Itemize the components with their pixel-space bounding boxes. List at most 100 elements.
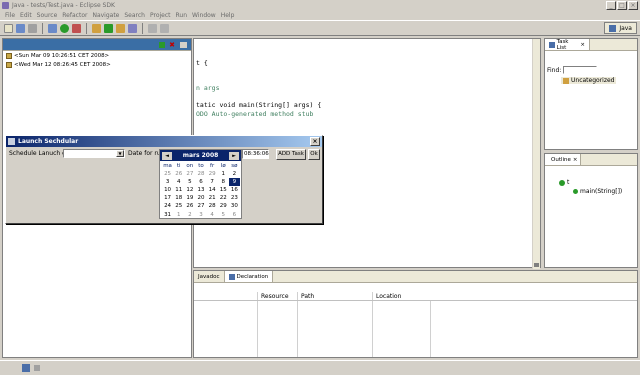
back-icon[interactable]: [148, 23, 157, 33]
external-tools-icon[interactable]: [72, 23, 81, 33]
menu-item[interactable]: Edit: [20, 11, 32, 20]
forward-icon[interactable]: [160, 23, 169, 33]
column-resource[interactable]: Resource: [257, 292, 289, 300]
code-line: tatic void main(String[] args) {: [196, 101, 322, 109]
perspective-java[interactable]: Java: [604, 22, 637, 34]
calendar-day[interactable]: 17: [162, 194, 173, 202]
menu-item[interactable]: Source: [37, 11, 58, 20]
calendar-day[interactable]: 7: [207, 178, 218, 186]
calendar-day[interactable]: 4: [173, 178, 184, 186]
calendar-day[interactable]: 12: [184, 186, 195, 194]
calendar-day[interactable]: 1: [173, 211, 184, 219]
launch-scheduler-dialog: Launch Sechdular × Schedule Lanuch on: ▼…: [5, 135, 323, 224]
minimize-button[interactable]: _: [606, 1, 616, 10]
column-path[interactable]: Path: [297, 292, 314, 300]
open-type-icon[interactable]: [116, 23, 125, 33]
calendar-day[interactable]: 6: [195, 178, 206, 186]
calendar-day[interactable]: 27: [184, 170, 195, 178]
search-icon[interactable]: [128, 23, 137, 33]
calendar-day[interactable]: 31: [162, 211, 173, 219]
new-package-icon[interactable]: [92, 23, 101, 33]
ok-button[interactable]: Ok: [308, 149, 320, 160]
tab-declaration[interactable]: Declaration: [224, 271, 274, 282]
dialog-close-button[interactable]: ×: [310, 137, 320, 146]
calendar-day[interactable]: 30: [229, 202, 240, 210]
new-icon[interactable]: [4, 23, 13, 33]
calendar-day[interactable]: 4: [207, 211, 218, 219]
calendar-day[interactable]: 25: [173, 202, 184, 210]
dialog-title: Launch Sechdular: [18, 138, 79, 145]
menu-item[interactable]: Search: [124, 11, 145, 20]
calendar-day[interactable]: 26: [184, 202, 195, 210]
close-icon[interactable]: ×: [573, 157, 578, 163]
calendar-day[interactable]: 25: [162, 170, 173, 178]
outline-method[interactable]: main(String[]): [573, 188, 622, 195]
calendar-day[interactable]: 13: [195, 186, 206, 194]
add-task-button[interactable]: ADD Task: [276, 149, 306, 160]
calendar-day[interactable]: 26: [173, 170, 184, 178]
tab-task-list[interactable]: Task List ×: [545, 39, 590, 51]
calendar-day[interactable]: 2: [184, 211, 195, 219]
calendar-day[interactable]: 3: [162, 178, 173, 186]
menu-item[interactable]: Help: [221, 11, 235, 20]
calendar-day[interactable]: 22: [218, 194, 229, 202]
log-row[interactable]: <Sun Mar 09 10:26:51 CET 2008>: [3, 51, 191, 60]
calendar-day[interactable]: 6: [229, 211, 240, 219]
menu-item[interactable]: Navigate: [92, 11, 119, 20]
calendar-day[interactable]: 21: [207, 194, 218, 202]
chevron-down-icon[interactable]: ▼: [116, 150, 124, 157]
tab-javadoc[interactable]: Javadoc: [194, 271, 225, 282]
close-window-button[interactable]: ×: [628, 1, 638, 10]
calendar-day[interactable]: 2: [229, 170, 240, 178]
calendar-day[interactable]: 23: [229, 194, 240, 202]
calendar-day[interactable]: 18: [173, 194, 184, 202]
maximize-button[interactable]: □: [617, 1, 627, 10]
calendar-day[interactable]: 20: [195, 194, 206, 202]
schedule-select[interactable]: ▼: [63, 149, 125, 158]
calendar-day[interactable]: 3: [195, 211, 206, 219]
category-item[interactable]: Uncategorized: [561, 77, 617, 84]
print-icon[interactable]: [28, 23, 37, 33]
fast-view-icon[interactable]: [22, 364, 30, 372]
close-icon[interactable]: ×: [580, 42, 585, 48]
calendar-day[interactable]: 29: [207, 170, 218, 178]
calendar-day[interactable]: 11: [173, 186, 184, 194]
debug-icon[interactable]: [48, 23, 57, 33]
menu-item[interactable]: Project: [150, 11, 171, 20]
remove-icon[interactable]: ✖: [169, 41, 175, 49]
log-row[interactable]: <Wed Mar 12 08:26:45 CET 2008>: [3, 60, 191, 69]
calendar-day[interactable]: 28: [195, 170, 206, 178]
view-menu-icon[interactable]: [180, 42, 187, 48]
calendar-day[interactable]: 19: [184, 194, 195, 202]
calendar-day[interactable]: 14: [207, 186, 218, 194]
calendar-day[interactable]: 27: [195, 202, 206, 210]
calendar-day[interactable]: 9: [228, 178, 240, 187]
tab-outline[interactable]: Outline ×: [545, 154, 581, 165]
dialog-titlebar[interactable]: Launch Sechdular ×: [6, 136, 322, 147]
calendar-day[interactable]: 24: [162, 202, 173, 210]
prev-month-button[interactable]: ◄: [162, 151, 172, 160]
outline-class[interactable]: t: [559, 179, 569, 186]
calendar-day[interactable]: 29: [218, 202, 229, 210]
calendar-day[interactable]: 5: [218, 211, 229, 219]
run-icon[interactable]: [60, 23, 69, 33]
log-entry-icon: [6, 61, 12, 68]
time-field[interactable]: 08:36:06: [242, 149, 269, 159]
menu-item[interactable]: Run: [176, 11, 188, 20]
calendar-day[interactable]: 1: [218, 170, 229, 178]
calendar-day[interactable]: 16: [229, 186, 240, 194]
column-location[interactable]: Location: [372, 292, 401, 300]
menu-item[interactable]: Refactor: [62, 11, 87, 20]
calendar-day[interactable]: 8: [218, 178, 229, 186]
save-icon[interactable]: [16, 23, 25, 33]
calendar-day[interactable]: 10: [162, 186, 173, 194]
clear-icon[interactable]: [159, 42, 165, 48]
find-input[interactable]: [563, 66, 598, 74]
menu-item[interactable]: Window: [192, 11, 216, 20]
calendar-day[interactable]: 15: [218, 186, 229, 194]
next-month-button[interactable]: ►: [229, 151, 239, 160]
calendar-day[interactable]: 5: [184, 178, 195, 186]
new-class-icon[interactable]: [104, 23, 113, 33]
menu-item[interactable]: File: [5, 11, 15, 20]
calendar-day[interactable]: 28: [207, 202, 218, 210]
